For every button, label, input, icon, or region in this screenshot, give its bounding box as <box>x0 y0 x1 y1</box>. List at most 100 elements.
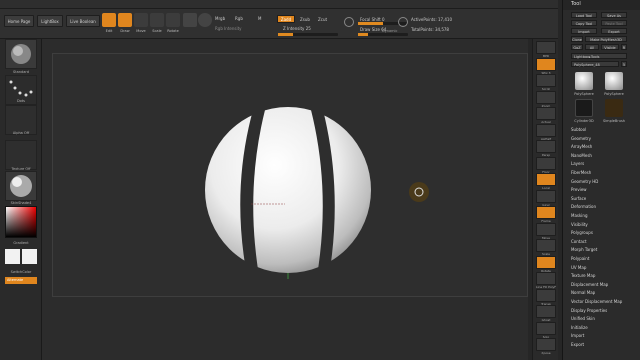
material-sphere-icon[interactable] <box>183 13 197 27</box>
color-picker[interactable] <box>5 206 37 238</box>
subpalette-item[interactable]: Geometry HD <box>571 178 640 185</box>
polysphere-slider[interactable]: PolySphere_48 <box>571 61 619 67</box>
m-toggle[interactable]: M <box>258 16 261 21</box>
palette-title[interactable]: Tool <box>571 1 581 7</box>
live-boolean-button[interactable]: Live Boolean <box>66 15 100 27</box>
shelf-button[interactable] <box>536 305 556 318</box>
shelf-button[interactable] <box>536 338 556 351</box>
color-circle-icon[interactable] <box>198 13 212 27</box>
subpalette-item[interactable]: Visibility <box>571 221 640 228</box>
shelf-button[interactable] <box>536 321 556 335</box>
home-page-button[interactable]: Home Page <box>4 15 34 27</box>
shelf-button[interactable] <box>536 123 556 137</box>
subpalette-item[interactable]: Contact <box>571 238 640 245</box>
subpalette-item[interactable]: Masking <box>571 212 640 219</box>
polysphere-mesh <box>205 107 371 273</box>
subpalette-item[interactable]: Vector Displacement Map <box>571 298 640 305</box>
load-tool-button[interactable]: Load Tool <box>571 12 597 18</box>
clone-button[interactable]: Clone <box>571 36 583 42</box>
subpalette-item[interactable]: Displacement Map <box>571 281 640 288</box>
subpalette-item[interactable]: FiberMesh <box>571 169 640 176</box>
thumb-label-1: PolySphere <box>574 92 594 96</box>
rgb-toggle[interactable]: Rgb <box>235 16 243 21</box>
alternate-button[interactable]: Alternate <box>5 277 37 284</box>
subpalette-item[interactable]: Texture Map <box>571 272 640 279</box>
thumb-label-3: Cylinder3D <box>574 119 594 123</box>
polysphere-thumb-2[interactable] <box>605 72 623 90</box>
subpalette-item[interactable]: Deformation <box>571 203 640 210</box>
paste-tool-button[interactable]: Paste Tool <box>601 20 627 26</box>
subpalette-item[interactable]: Geometry <box>571 135 640 142</box>
subpalette-item[interactable]: Subtool <box>571 126 640 133</box>
import-button[interactable]: Import <box>571 28 597 34</box>
simplebrush-thumb[interactable] <box>605 99 623 117</box>
lightbox-tools-button[interactable]: Lightbox▸Tools <box>571 53 627 59</box>
material-slot[interactable] <box>5 171 37 201</box>
subpalette-item[interactable]: NanoMesh <box>571 152 640 159</box>
save-as-button[interactable]: Save As <box>601 12 627 18</box>
move-icon[interactable] <box>134 13 148 27</box>
subpalette-item[interactable]: Initialize <box>571 324 640 331</box>
shelf-button[interactable] <box>536 206 556 219</box>
standard-brush-icon <box>11 44 31 64</box>
make-polymesh-button[interactable]: Make PolyMesh3D <box>585 36 627 42</box>
focal-dial-icon[interactable] <box>344 17 354 27</box>
main-color-swatch[interactable] <box>5 249 20 264</box>
subpalette-item[interactable]: Morph Target <box>571 246 640 253</box>
shelf-button[interactable] <box>536 222 556 236</box>
subpalette-item[interactable]: Preview <box>571 186 640 193</box>
lightbox-button[interactable]: LightBox <box>37 15 63 27</box>
zcut-button[interactable]: Zcut <box>318 17 327 22</box>
r-button[interactable]: R <box>621 44 627 50</box>
mrgb-toggle[interactable]: Mrgb <box>215 16 225 21</box>
edit-icon[interactable] <box>102 13 116 27</box>
rotate-icon[interactable] <box>166 13 180 27</box>
subpalette-item[interactable]: UV Map <box>571 264 640 271</box>
scale-icon[interactable] <box>150 13 164 27</box>
subpalette-item[interactable]: ArrayMesh <box>571 143 640 150</box>
shelf-button[interactable] <box>536 90 556 104</box>
shelf-button[interactable] <box>536 156 556 170</box>
copy-tool-button[interactable]: Copy Tool <box>571 20 597 26</box>
subpalette-item[interactable]: Export <box>571 341 640 348</box>
draw-size-slider[interactable] <box>358 33 408 36</box>
subpalette-item[interactable]: Layers <box>571 160 640 167</box>
dynamic-toggle[interactable]: Dynamic <box>382 29 397 33</box>
export-button[interactable]: Export <box>601 28 627 34</box>
shelf-button[interactable] <box>536 74 556 87</box>
z-intensity-slider[interactable] <box>278 33 338 36</box>
rotate-gizmo[interactable] <box>409 182 429 202</box>
cylinder-thumb[interactable] <box>575 99 593 117</box>
subpalette-item[interactable]: Polygroups <box>571 229 640 236</box>
zsub-button[interactable]: Zsub <box>300 17 310 22</box>
visible-button[interactable]: Visible <box>601 44 619 50</box>
skinshade-label: SkinShade4 <box>10 201 32 205</box>
all-button[interactable]: All <box>585 44 599 50</box>
shelf-button[interactable] <box>536 41 556 54</box>
zadd-button[interactable]: Zadd <box>277 15 295 23</box>
switch-color-label[interactable]: SwitchColor <box>0 270 42 274</box>
subpalette-item[interactable]: Display Properties <box>571 307 640 314</box>
shelf-button[interactable] <box>536 288 556 302</box>
polysphere-thumb-1[interactable] <box>575 72 593 90</box>
secondary-color-swatch[interactable] <box>22 249 37 264</box>
subpalette-item[interactable]: Unified Skin <box>571 315 640 322</box>
subpalette-item[interactable]: Import <box>571 332 640 339</box>
goz-button[interactable]: GoZ <box>571 44 583 50</box>
shelf-button[interactable] <box>536 255 556 269</box>
shelf-button[interactable] <box>536 173 556 186</box>
shelf-button[interactable] <box>536 57 556 71</box>
subpalette-item[interactable]: Surface <box>571 195 640 202</box>
shelf-button[interactable] <box>536 107 556 120</box>
shelf-button[interactable] <box>536 140 556 153</box>
subpalette-item[interactable]: Normal Map <box>571 289 640 296</box>
alpha-off-label: Alpha Off <box>12 131 30 135</box>
shelf-button[interactable] <box>536 272 556 285</box>
subpalette-item[interactable]: Polypaint <box>571 255 640 262</box>
texture-slot[interactable] <box>5 140 37 170</box>
document-frame[interactable] <box>52 53 528 297</box>
draw-icon[interactable] <box>118 13 132 27</box>
shelf-button[interactable] <box>536 239 556 252</box>
brush-slot[interactable] <box>5 39 37 69</box>
shelf-button[interactable] <box>536 189 556 203</box>
